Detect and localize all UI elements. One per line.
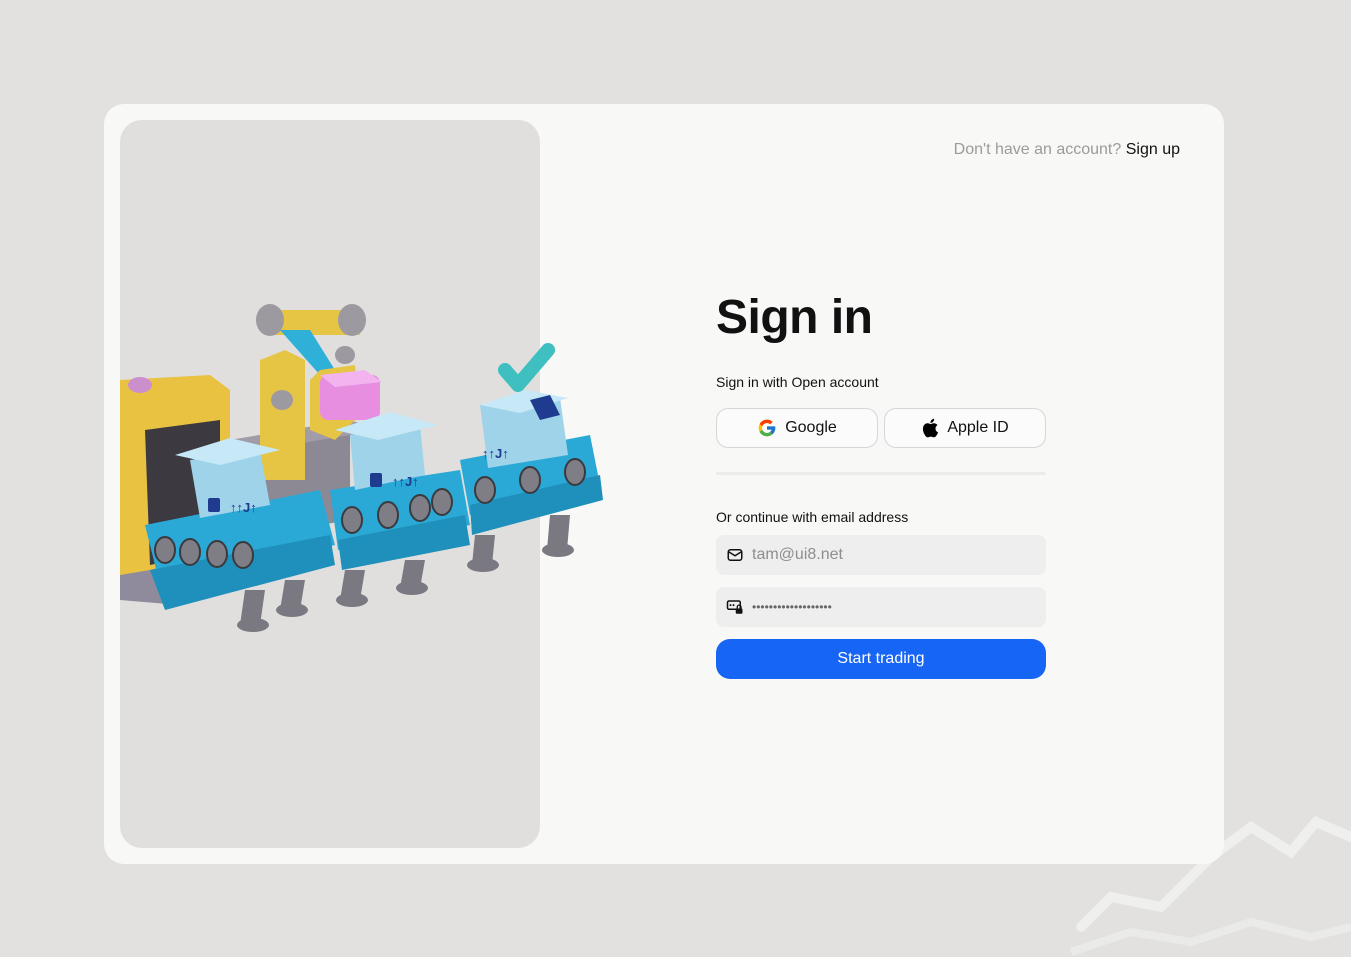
signup-line: Don't have an account? Sign up xyxy=(954,141,1180,159)
password-lock-icon xyxy=(726,600,743,614)
apple-signin-button[interactable]: Apple ID xyxy=(884,408,1046,448)
svg-text:↑↑J↑: ↑↑J↑ xyxy=(482,446,509,461)
google-signin-button[interactable]: Google xyxy=(716,408,878,448)
google-label: Google xyxy=(785,419,837,436)
svg-text:↑↑J↑: ↑↑J↑ xyxy=(230,500,257,515)
illustration-panel: ↑↑J↑ ↑↑J↑ ↑↑J↑ xyxy=(120,120,603,848)
google-icon xyxy=(758,419,776,437)
password-input[interactable]: ••••••••••••••••••• xyxy=(752,600,832,614)
signup-link[interactable]: Sign up xyxy=(1126,141,1180,158)
social-buttons: Google Apple ID xyxy=(716,408,1046,448)
sign-in-card: ↑↑J↑ ↑↑J↑ ↑↑J↑ Don't have an account? Si… xyxy=(104,104,1224,864)
apple-icon xyxy=(923,418,939,438)
social-signin-label: Sign in with Open account xyxy=(716,374,879,390)
password-field[interactable]: ••••••••••••••••••• xyxy=(716,587,1046,627)
signup-prompt: Don't have an account? xyxy=(953,141,1122,158)
start-trading-button[interactable]: Start trading xyxy=(716,639,1046,679)
apple-label: Apple ID xyxy=(947,419,1009,436)
section-divider xyxy=(716,472,1046,475)
sign-in-form: Sign in Sign in with Open account Google… xyxy=(716,292,1046,679)
email-field[interactable] xyxy=(716,535,1046,575)
email-section-label: Or continue with email address xyxy=(716,509,909,525)
email-input[interactable] xyxy=(752,546,1036,564)
mail-icon xyxy=(727,549,743,561)
conveyor-belt-boxes-illustration: ↑↑J↑ ↑↑J↑ ↑↑J↑ xyxy=(120,304,603,632)
page-title: Sign in xyxy=(716,291,873,344)
svg-text:↑↑J↑: ↑↑J↑ xyxy=(392,474,419,489)
